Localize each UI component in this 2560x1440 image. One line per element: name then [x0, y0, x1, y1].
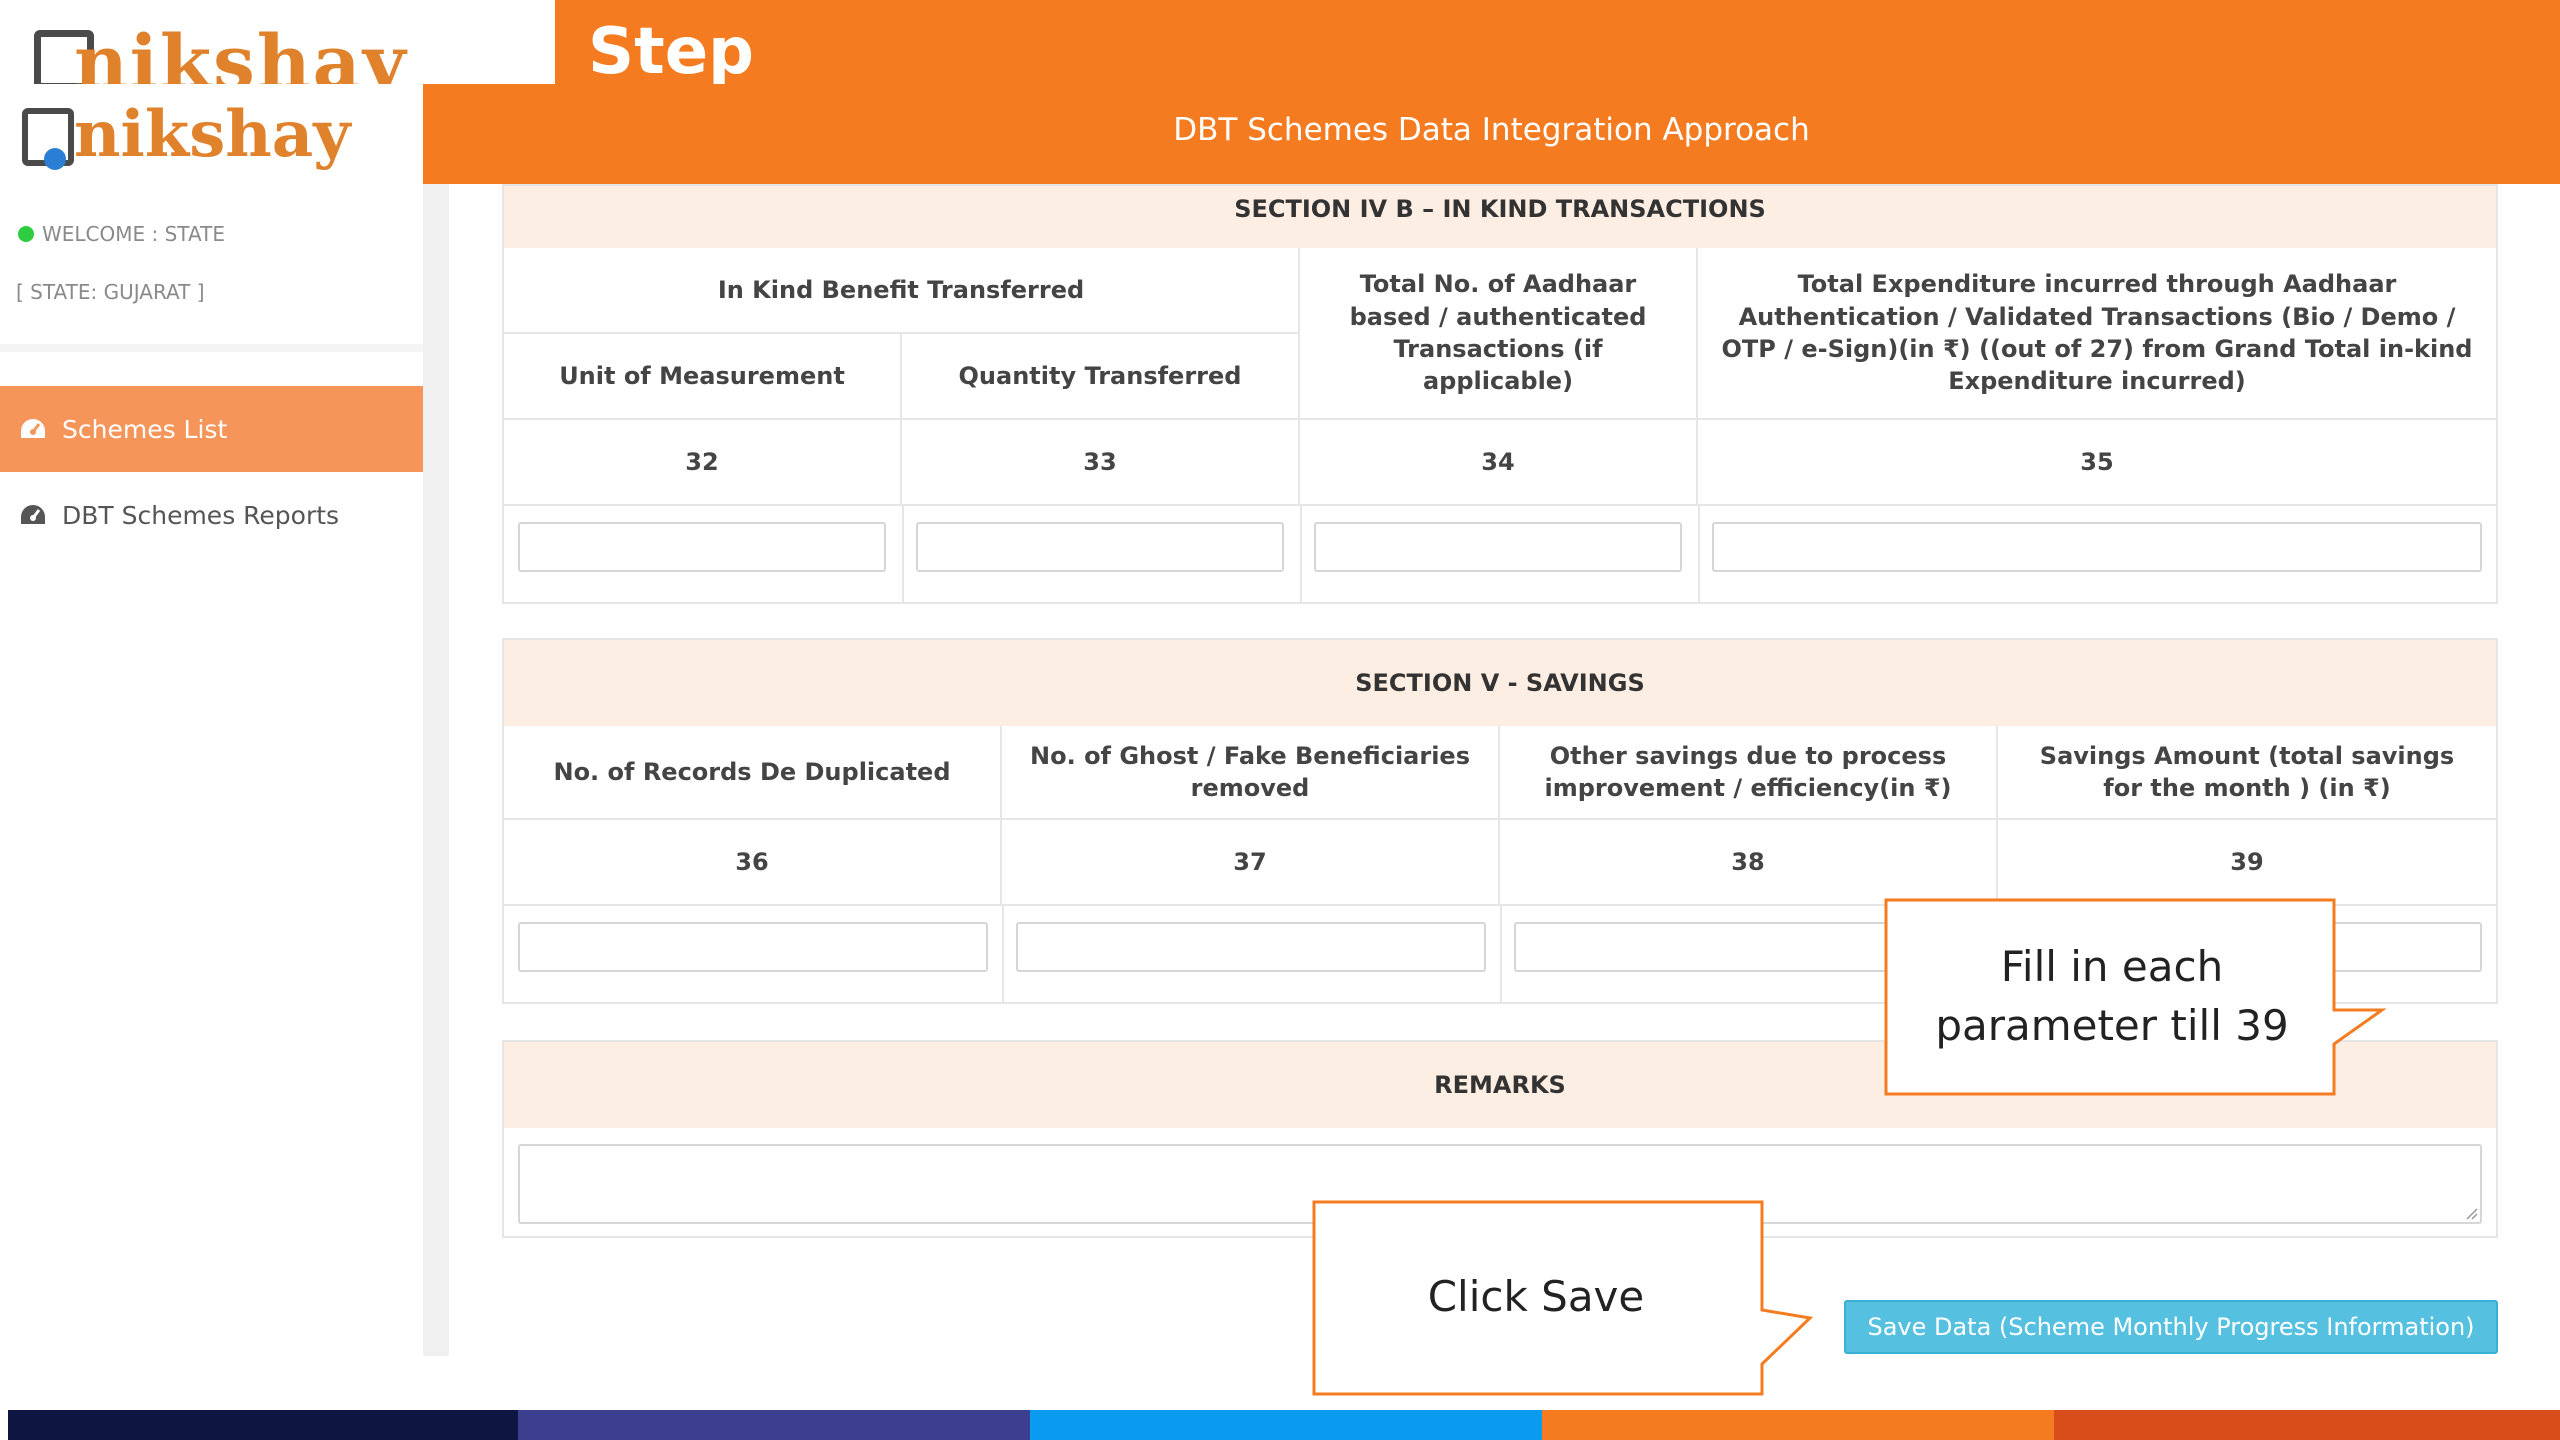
- nikshay-logo[interactable]: nikshay: [22, 99, 350, 180]
- logo-text: nikshay: [74, 97, 351, 172]
- pointer-icon: [44, 148, 66, 170]
- divider: [1500, 906, 1502, 1002]
- slide-banner: [555, 0, 2560, 84]
- sidebar: [0, 84, 423, 1356]
- divider: [1002, 906, 1004, 1002]
- col-header-aadhaar-expenditure: Total Expenditure incurred through Aadha…: [1698, 248, 2496, 420]
- col-header-quantity: Quantity Transferred: [902, 334, 1300, 420]
- col-header-unit: Unit of Measurement: [504, 334, 902, 420]
- col-header-savings-amount: Savings Amount (total savings for the mo…: [1998, 726, 2496, 820]
- col-number: 33: [902, 420, 1300, 506]
- divider: [1698, 506, 1700, 602]
- sidebar-gutter: [423, 184, 449, 1356]
- app-header: DBT Schemes Data Integration Approach: [423, 84, 2560, 184]
- divider: [0, 344, 423, 352]
- sidebar-item-dbt-schemes-reports[interactable]: DBT Schemes Reports: [0, 472, 423, 558]
- welcome-text: WELCOME : STATE: [18, 222, 225, 246]
- footer-strip-segment: [2054, 1410, 2560, 1440]
- col-number: 38: [1500, 820, 1998, 906]
- dashboard-icon: [18, 416, 48, 442]
- step-title: Step: [588, 15, 754, 89]
- online-status-icon: [18, 226, 34, 242]
- welcome-label: WELCOME : STATE: [42, 222, 225, 246]
- slide: nikshay Step DBT Schemes Data Integratio…: [0, 0, 2560, 1440]
- unit-of-measurement-input[interactable]: [518, 522, 886, 572]
- footer-strip-segment: [518, 1410, 1030, 1440]
- col-number: 36: [504, 820, 1002, 906]
- save-data-button[interactable]: Save Data (Scheme Monthly Progress Infor…: [1844, 1300, 2498, 1354]
- aadhaar-transactions-input[interactable]: [1314, 522, 1682, 572]
- col-header-aadhaar-transactions: Total No. of Aadhaar based / authenticat…: [1300, 248, 1698, 420]
- sidebar-item-label: DBT Schemes Reports: [62, 500, 340, 530]
- section-v-title: SECTION V - SAVINGS: [504, 640, 2496, 726]
- sidebar-item-label: Schemes List: [62, 414, 228, 444]
- section-ivb-panel: SECTION IV B – IN KIND TRANSACTIONS In K…: [502, 184, 2498, 604]
- page-title: DBT Schemes Data Integration Approach: [1173, 112, 1810, 148]
- records-deduplicated-input[interactable]: [518, 922, 988, 972]
- resize-handle-icon[interactable]: [2464, 1206, 2478, 1220]
- divider: [1300, 506, 1302, 602]
- quantity-transferred-input[interactable]: [916, 522, 1284, 572]
- callout-save-text: Click Save: [1427, 1272, 1645, 1321]
- aadhaar-expenditure-input[interactable]: [1712, 522, 2482, 572]
- footer-strip-segment: [1542, 1410, 2054, 1440]
- footer-strip-segment: [8, 1410, 518, 1440]
- state-label: [ STATE: GUJARAT ]: [16, 280, 205, 304]
- col-number: 35: [1698, 420, 2496, 506]
- logo-shadow: nikshay: [34, 14, 414, 84]
- footer-strip-segment: [1030, 1410, 1542, 1440]
- dashboard-icon: [18, 502, 48, 528]
- col-number: 32: [504, 420, 902, 506]
- callout-fill-text: Fill in each parameter till 39: [1935, 942, 2289, 1050]
- group-header-in-kind: In Kind Benefit Transferred: [504, 248, 1300, 334]
- col-header-deduplicated: No. of Records De Duplicated: [504, 726, 1002, 820]
- col-header-other-savings: Other savings due to process improvement…: [1500, 726, 1998, 820]
- sidebar-item-schemes-list[interactable]: Schemes List: [0, 386, 423, 472]
- col-header-ghost-removed: No. of Ghost / Fake Beneficiaries remove…: [1002, 726, 1500, 820]
- section-ivb-title: SECTION IV B – IN KIND TRANSACTIONS: [504, 186, 2496, 248]
- col-number: 37: [1002, 820, 1500, 906]
- logo-shadow-text: nikshay: [74, 20, 408, 84]
- col-number: 34: [1300, 420, 1698, 506]
- col-number: 39: [1998, 820, 2496, 906]
- divider: [902, 506, 904, 602]
- ghost-beneficiaries-input[interactable]: [1016, 922, 1486, 972]
